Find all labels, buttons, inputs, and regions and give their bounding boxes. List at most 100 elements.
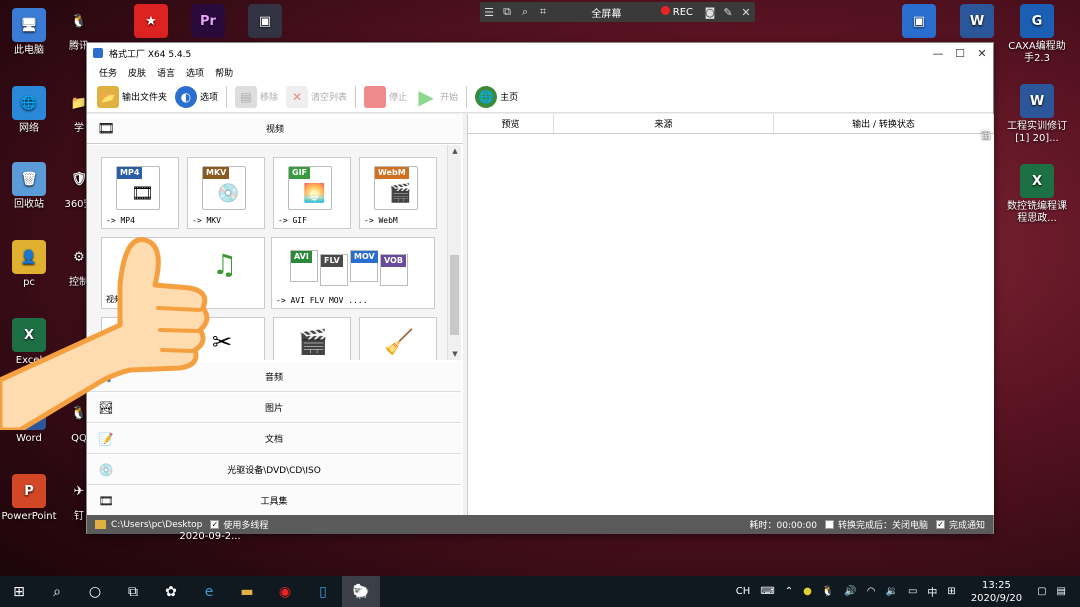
notification-icon[interactable]: ▤ <box>1057 586 1066 597</box>
output-path[interactable]: C:\Users\pc\Desktop <box>111 520 202 530</box>
menu-item[interactable]: 任务 <box>99 66 117 79</box>
desktop-icon[interactable]: X 数控铣编程课程思政... <box>1004 164 1070 225</box>
format-tag: AVI <box>291 251 312 263</box>
wifi-icon[interactable]: ◠ <box>867 586 876 597</box>
tray-app-icon[interactable]: ● <box>803 586 812 597</box>
category-label: 光驱设备\DVD\CD\ISO <box>227 466 321 476</box>
menu-item[interactable]: 皮肤 <box>128 66 146 79</box>
format-tile-tool[interactable]: 🧹 <box>359 317 437 360</box>
stop-icon <box>364 85 387 108</box>
category-video[interactable]: 🎞 视频 <box>87 114 463 144</box>
desktop-icon[interactable]: W 工程实训修订[1] 20]... <box>1004 84 1070 145</box>
maximize-button[interactable]: ☐ <box>949 47 971 60</box>
desktop-icon-label-partial: 2020-09-2... <box>179 531 241 542</box>
tablet-app-icon[interactable]: ▯ <box>304 576 342 607</box>
tile-label: -> MP4 <box>106 216 135 225</box>
qq-tray-icon[interactable]: 🐧 <box>822 586 834 597</box>
format-factory-task-icon[interactable]: 🐑 <box>342 576 380 607</box>
app-icon-video[interactable]: ▣ <box>232 4 298 41</box>
category-row[interactable]: 💿 光驱设备\DVD\CD\ISO <box>87 454 461 485</box>
menu-item[interactable]: 语言 <box>157 66 175 79</box>
col-output-status[interactable]: 输出 / 转换状态 <box>774 114 994 133</box>
title-bar: 格式工厂 X64 5.4.5 — ☐ ✕ <box>87 43 993 63</box>
tile-label: -> WebM <box>364 216 398 225</box>
category-row[interactable]: 🎞 工具集 <box>87 485 461 516</box>
notify-label: 完成通知 <box>948 521 985 531</box>
recorder-app-icon[interactable]: ◉ <box>266 576 304 607</box>
format-tile-gif[interactable]: GIF 🌅 -> GIF <box>273 157 351 229</box>
window-icon[interactable]: ⧉ <box>498 5 516 19</box>
notes-icon[interactable]: ▢ <box>1037 586 1046 597</box>
sound-icon[interactable]: 🔉 <box>886 586 898 597</box>
camera-icon[interactable]: ◙ <box>701 6 719 19</box>
desktop-icon-label: CAXA编程助手2.3 <box>1008 41 1066 64</box>
tool-icon: 🎬 <box>298 328 328 356</box>
fullscreen-label[interactable]: 全屏幕 <box>552 5 661 20</box>
clock-time: 13:25 <box>982 579 1011 591</box>
desktop-app-icon: 🖥 <box>12 8 46 42</box>
taskbar: ⊞ ⌕ ○ ⧉ ✿ e ▬ ◉ ▯ 🐑 CH ⌨ ⌃ ● 🐧 🔊 ◠ 🔉 ▭ 中… <box>0 576 1080 607</box>
scroll-thumb[interactable] <box>450 255 459 335</box>
app-icon-shortcut[interactable]: ▣ <box>886 4 952 41</box>
lang-indicator[interactable]: CH <box>736 586 751 597</box>
remove-icon: ▤ <box>235 85 258 108</box>
desktop-icon[interactable]: G CAXA编程助手2.3 <box>1004 4 1070 65</box>
shutdown-checkbox[interactable] <box>824 520 834 529</box>
clock[interactable]: 13:25 2020/9/20 <box>971 579 1022 605</box>
edge-icon[interactable]: e <box>190 576 228 607</box>
menu-item[interactable]: 选项 <box>186 66 204 79</box>
volume-icon[interactable]: 🔊 <box>844 586 856 597</box>
tray-expand-icon[interactable]: ⌃ <box>785 586 793 597</box>
elapsed-time: 耗时：00:00:00 <box>749 521 817 531</box>
desktop-app-icon: 🌐 <box>12 86 46 120</box>
task-view-icon[interactable]: ⧉ <box>114 576 152 607</box>
options-button[interactable]: ◐ 选项 <box>175 85 218 108</box>
category-icon: 🎞 <box>98 493 114 508</box>
pinwheel-app-icon[interactable]: ✿ <box>152 576 190 607</box>
menu-icon[interactable]: ☰ <box>480 6 498 19</box>
tool-icon: ✂ <box>212 328 233 356</box>
zoom-icon[interactable]: ⌕ <box>516 5 534 19</box>
scrollbar[interactable]: ▲ ▼ <box>447 145 461 360</box>
notify-checkbox[interactable]: ✓ <box>935 520 945 529</box>
app-logo-icon <box>93 48 103 58</box>
close-button[interactable]: ✕ <box>971 47 993 60</box>
scroll-down-icon[interactable]: ▼ <box>448 350 462 358</box>
desktop-app-icon: W <box>1020 84 1054 118</box>
crop-icon[interactable]: ⌗ <box>534 5 552 19</box>
stop-button[interactable]: 停止 <box>364 85 407 108</box>
menu-item[interactable]: 帮助 <box>215 66 233 79</box>
scroll-up-icon[interactable]: ▲ <box>448 147 462 155</box>
start-windows-icon[interactable]: ⊞ <box>0 576 38 607</box>
menu-bar: 任务 皮肤 语言 选项 帮助 <box>87 63 993 81</box>
app-icon-word-doc[interactable]: W <box>944 4 1010 41</box>
file-explorer-icon[interactable]: ▬ <box>228 576 266 607</box>
ime-indicator[interactable]: 中 <box>927 584 937 599</box>
search-icon[interactable]: ⌕ <box>38 576 76 607</box>
col-preview[interactable]: 预览 <box>468 114 554 133</box>
cortana-icon[interactable]: ○ <box>76 576 114 607</box>
clear-list-button[interactable]: ✕ 清空列表 <box>286 85 347 108</box>
rec-button[interactable]: REC <box>660 6 693 18</box>
multithread-checkbox[interactable]: ✓ <box>210 520 220 529</box>
task-table-header: 预览 来源 输出 / 转换状态 <box>468 114 994 134</box>
ime-grid-icon[interactable]: ⊞ <box>947 586 955 597</box>
format-tile-other-formats[interactable]: AVI FLV MOV VOB -> AVI FLV MOV .... <box>271 237 435 309</box>
output-folder-button[interactable]: 📂 输出文件夹 <box>97 85 167 108</box>
format-tile-webm[interactable]: WebM 🎬 -> WebM <box>359 157 437 229</box>
desktop-icon-label: 工程实训修订[1] 20]... <box>1007 121 1067 144</box>
format-tile-tool[interactable]: 🎬 <box>273 317 351 360</box>
close-icon[interactable]: ✕ <box>737 6 755 19</box>
col-source[interactable]: 来源 <box>554 114 774 133</box>
keyboard-icon[interactable]: ⌨ <box>760 586 774 597</box>
minimize-button[interactable]: — <box>927 47 949 60</box>
battery-icon[interactable]: ▭ <box>908 586 917 597</box>
start-button[interactable]: ▶ 开始 <box>415 85 458 109</box>
home-button[interactable]: 🌐 主页 <box>475 85 518 108</box>
globe-icon: 🌐 <box>475 85 498 108</box>
format-tag: MP4 <box>117 167 143 179</box>
remove-button[interactable]: ▤ 移除 <box>235 85 278 108</box>
pen-icon[interactable]: ✎ <box>719 6 737 19</box>
format-tile-mkv[interactable]: MKV 💿 -> MKV <box>187 157 265 229</box>
format-tile-mp4[interactable]: MP4 🎞 -> MP4 <box>101 157 179 229</box>
